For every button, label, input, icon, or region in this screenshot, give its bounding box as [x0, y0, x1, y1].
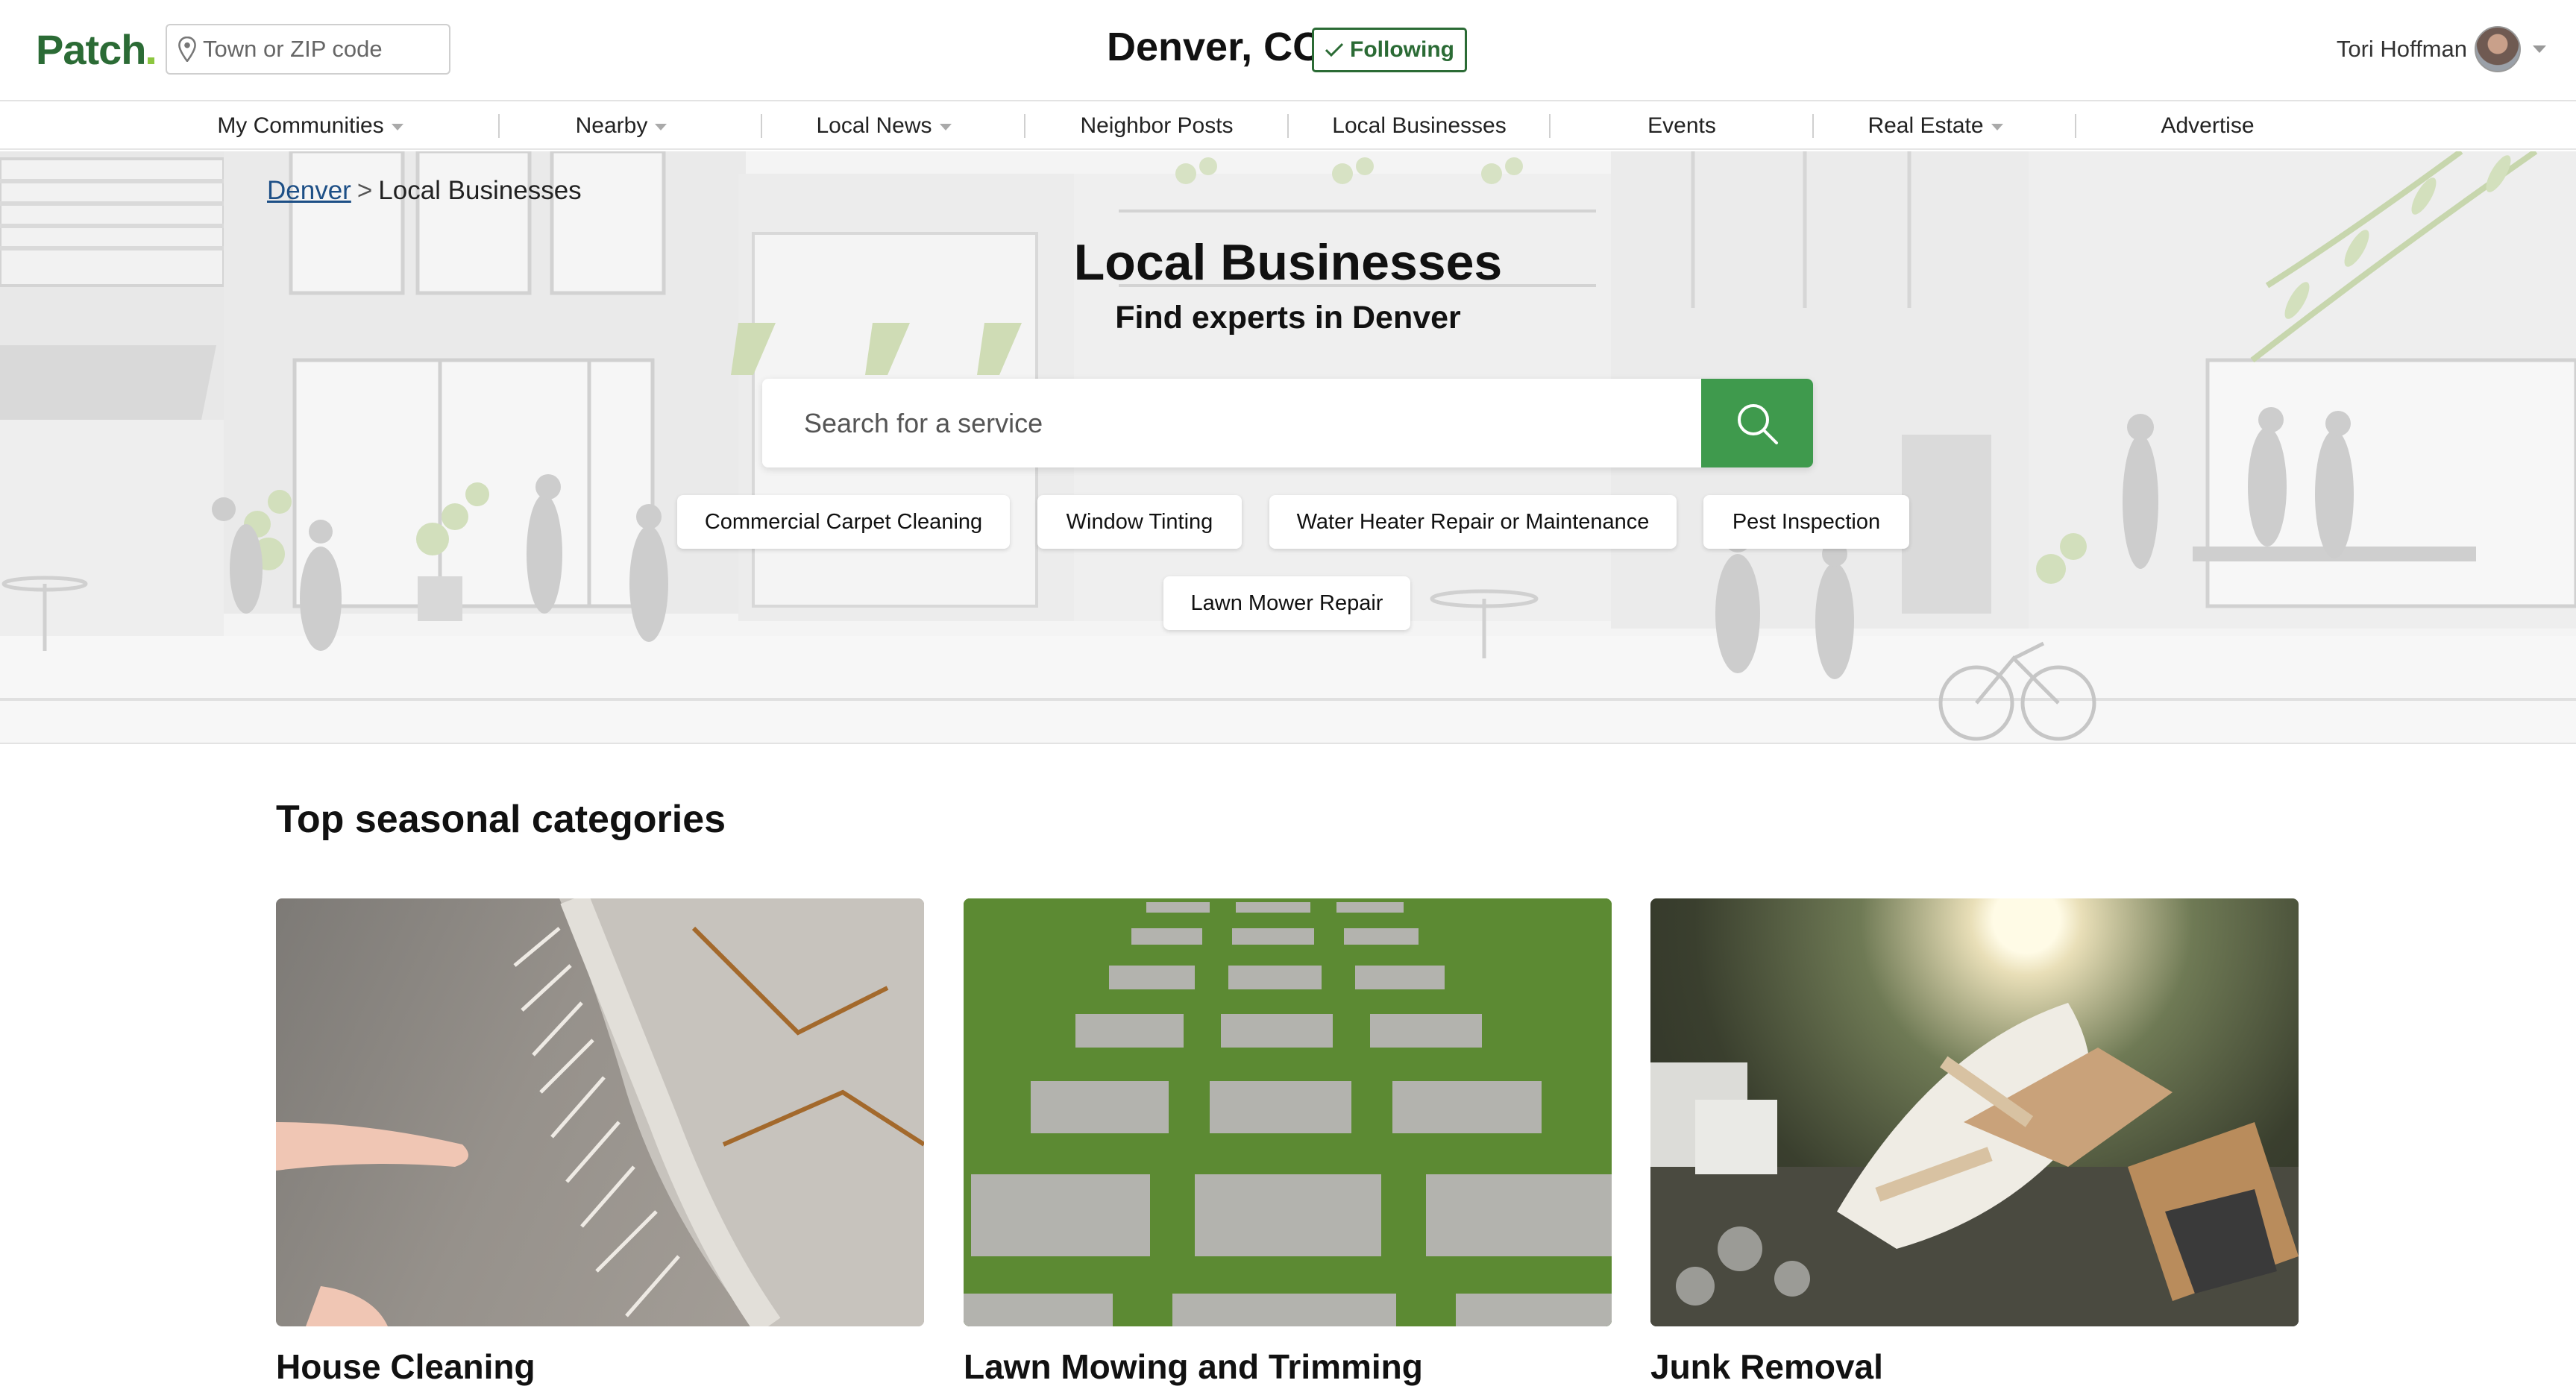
category-label-lawn-mowing[interactable]: Lawn Mowing and Trimming [964, 1347, 1423, 1387]
nav-neighbor-posts[interactable]: Neighbor Posts [1025, 102, 1288, 150]
location-input[interactable] [203, 36, 442, 63]
nav-nearby[interactable]: Nearby [490, 102, 753, 150]
following-button[interactable]: Following [1312, 28, 1467, 72]
category-card-lawn-mowing[interactable] [964, 898, 1612, 1326]
service-search-input[interactable] [762, 379, 1701, 467]
seasonal-section-title: Top seasonal categories [276, 798, 726, 841]
chevron-down-icon [1991, 124, 2003, 130]
junk-pile-illustration [1650, 1003, 2299, 1326]
user-menu[interactable]: Tori Hoffman [2337, 22, 2546, 76]
category-label-junk-removal[interactable]: Junk Removal [1650, 1347, 1883, 1387]
chevron-down-icon [2533, 45, 2546, 53]
nav-local-businesses[interactable]: Local Businesses [1288, 102, 1551, 150]
nav-my-communities[interactable]: My Communities [179, 102, 442, 150]
checkmark-icon [1325, 42, 1344, 57]
stepping-stones-illustration [964, 898, 1612, 1326]
map-pin-icon [178, 37, 196, 62]
nav-real-estate[interactable]: Real Estate [1804, 102, 2067, 150]
house-cleaning-image [276, 898, 924, 1326]
following-label: Following [1350, 37, 1454, 62]
nav-events[interactable]: Events [1551, 102, 1813, 150]
search-icon [1738, 403, 1778, 444]
chip-window-tinting[interactable]: Window Tinting [1037, 495, 1242, 549]
service-search [762, 379, 1813, 467]
hero-banner: Denver > Local Businesses Local Businesses… [0, 151, 2576, 744]
search-button[interactable] [1701, 379, 1813, 467]
chip-commercial-carpet-cleaning[interactable]: Commercial Carpet Cleaning [677, 495, 1010, 549]
junk-removal-image [1650, 898, 2299, 1326]
nav-advertise[interactable]: Advertise [2076, 102, 2339, 150]
carpet-illustration [276, 898, 924, 1326]
breadcrumb-separator: > [356, 176, 373, 205]
chevron-down-icon [391, 124, 403, 130]
breadcrumb-current: Local Businesses [378, 176, 582, 205]
lawn-mowing-image [964, 898, 1612, 1326]
city-title: Denver, CO [1107, 25, 1325, 69]
chip-pest-inspection[interactable]: Pest Inspection [1703, 495, 1909, 549]
page-title: Local Businesses [1073, 234, 1503, 291]
category-label-house-cleaning[interactable]: House Cleaning [276, 1347, 535, 1387]
patch-logo[interactable]: Patch [36, 25, 154, 74]
user-name: Tori Hoffman [2336, 36, 2467, 62]
chevron-down-icon [655, 124, 667, 130]
avatar [2475, 26, 2521, 72]
main-nav: My Communities Nearby Local News Neighbo… [0, 102, 2576, 150]
location-search[interactable] [166, 24, 450, 75]
chip-water-heater-repair[interactable]: Water Heater Repair or Maintenance [1269, 495, 1677, 549]
category-card-house-cleaning[interactable] [276, 898, 924, 1326]
breadcrumb: Denver > Local Businesses [267, 176, 582, 206]
page-subtitle: Find experts in Denver [1115, 300, 1461, 336]
category-card-junk-removal[interactable] [1650, 898, 2299, 1326]
breadcrumb-denver-link[interactable]: Denver [267, 176, 351, 205]
site-header: Patch Denver, CO Following Tori Hoffman [0, 0, 2576, 101]
chip-lawn-mower-repair[interactable]: Lawn Mower Repair [1163, 576, 1410, 630]
chevron-down-icon [939, 124, 952, 130]
nav-local-news[interactable]: Local News [753, 102, 1015, 150]
